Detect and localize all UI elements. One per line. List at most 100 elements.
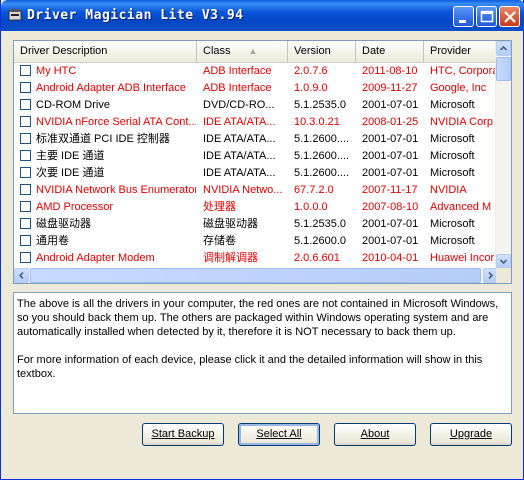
- row-checkbox[interactable]: [20, 133, 31, 144]
- cell-class: NVIDIA Netwo...: [203, 184, 283, 196]
- cell-desc: NVIDIA Network Bus Enumerator: [36, 184, 196, 196]
- column-header-date[interactable]: Date: [356, 41, 424, 62]
- table-row[interactable]: Android Adapter Modem 调制解调器 2.0.6.601 2010-…: [14, 250, 498, 267]
- table-row[interactable]: 通用卷 存储卷 5.1.2600.0 2001-07-01 Microsoft: [14, 233, 498, 250]
- column-label: Version: [294, 45, 331, 57]
- sort-arrow-icon: ▲: [248, 46, 258, 56]
- column-header-class[interactable]: Class ▲: [197, 41, 288, 62]
- row-checkbox[interactable]: [20, 201, 31, 212]
- row-checkbox[interactable]: [20, 167, 31, 178]
- maximize-button[interactable]: [476, 6, 497, 27]
- list-rows: My HTC ADB Interface 2.0.7.6 2011-08-10 HTC,…: [14, 63, 498, 269]
- row-checkbox[interactable]: [20, 99, 31, 110]
- cell-date: 2010-04-01: [362, 252, 419, 264]
- driver-list[interactable]: Driver Description Class ▲ Version Date P…: [13, 40, 512, 284]
- column-label: Driver Description: [20, 45, 108, 57]
- row-checkbox[interactable]: [20, 218, 31, 229]
- arrow-up-icon: [499, 45, 508, 51]
- row-checkbox[interactable]: [20, 235, 31, 246]
- cell-date: 2001-07-01: [362, 167, 419, 179]
- cell-desc: NVIDIA nForce Serial ATA Cont...: [36, 116, 196, 128]
- table-row[interactable]: NVIDIA nForce Serial ATA Cont... IDE ATA/…: [14, 114, 498, 131]
- cell-version: 5.1.2600....: [294, 150, 350, 162]
- cell-desc: 磁盘驱动器: [36, 218, 91, 230]
- about-button[interactable]: About: [334, 423, 416, 446]
- upgrade-button[interactable]: Upgrade: [430, 423, 512, 446]
- cell-class: ADB Interface: [203, 65, 272, 77]
- maximize-icon: [480, 10, 494, 23]
- cell-date: 2001-07-01: [362, 133, 419, 145]
- arrow-down-icon: [499, 259, 508, 265]
- row-checkbox[interactable]: [20, 116, 31, 127]
- table-row[interactable]: NVIDIA Network Bus Enumerator NVIDIA Netw…: [14, 182, 498, 199]
- cell-class: 存储卷: [203, 235, 236, 247]
- cell-class: DVD/CD-RO...: [203, 99, 275, 111]
- cell-date: 2001-07-01: [362, 235, 419, 247]
- cell-version: 5.1.2600....: [294, 133, 350, 145]
- table-row[interactable]: 主要 IDE 通道 IDE ATA/ATA... 5.1.2600.... 2001-…: [14, 148, 498, 165]
- cell-provider: Huawei Incor: [430, 252, 495, 264]
- table-row[interactable]: AMD Processor 处理器 1.0.0.0 2007-08-10 Advance…: [14, 199, 498, 216]
- app-window: Driver Magician Lite V3.94 Driver Descri…: [0, 0, 524, 480]
- column-header-provider[interactable]: Provider: [424, 41, 498, 62]
- arrow-left-icon: [18, 271, 24, 280]
- cell-version: 5.1.2600....: [294, 167, 350, 179]
- table-row[interactable]: 磁盘驱动器 磁盘驱动器 5.1.2535.0 2001-07-01 Microsoft: [14, 216, 498, 233]
- cell-class: IDE ATA/ATA...: [203, 167, 276, 179]
- horizontal-scrollbar[interactable]: [14, 268, 498, 283]
- vertical-scrollbar[interactable]: [495, 41, 511, 269]
- cell-date: 2007-08-10: [362, 201, 419, 213]
- table-row[interactable]: My HTC ADB Interface 2.0.7.6 2011-08-10 HTC,…: [14, 63, 498, 80]
- table-row[interactable]: CD-ROM Drive DVD/CD-RO... 5.1.2535.0 2001-0…: [14, 97, 498, 114]
- window-title: Driver Magician Lite V3.94: [27, 8, 244, 23]
- info-textbox[interactable]: The above is all the drivers in your com…: [13, 292, 512, 414]
- row-checkbox[interactable]: [20, 184, 31, 195]
- cell-desc: My HTC: [36, 65, 77, 77]
- cell-provider: Microsoft: [430, 133, 475, 145]
- cell-class: IDE ATA/ATA...: [203, 116, 276, 128]
- scroll-left-button[interactable]: [14, 268, 29, 283]
- select-all-button[interactable]: Select All: [238, 423, 320, 446]
- close-icon: [504, 11, 516, 23]
- cell-provider: NVIDIA Corp: [430, 116, 493, 128]
- minimize-button[interactable]: [453, 6, 474, 27]
- table-row[interactable]: 次要 IDE 通道 IDE ATA/ATA... 5.1.2600.... 2001-…: [14, 165, 498, 182]
- scroll-down-button[interactable]: [496, 254, 511, 269]
- column-header-description[interactable]: Driver Description: [14, 41, 197, 62]
- scroll-up-button[interactable]: [496, 41, 511, 56]
- cell-class: ADB Interface: [203, 82, 272, 94]
- table-row[interactable]: Android Adapter ADB Interface ADB Interfa…: [14, 80, 498, 97]
- table-row[interactable]: 标准双通道 PCI IDE 控制器 IDE ATA/ATA... 5.1.2600.…: [14, 131, 498, 148]
- row-checkbox[interactable]: [20, 150, 31, 161]
- cell-version: 5.1.2600.0: [294, 235, 346, 247]
- column-label: Provider: [430, 45, 471, 57]
- cell-date: 2001-07-01: [362, 150, 419, 162]
- vertical-scroll-thumb[interactable]: [496, 57, 511, 81]
- scroll-corner: [496, 268, 511, 283]
- cell-date: 2001-07-01: [362, 99, 419, 111]
- cell-version: 67.7.2.0: [294, 184, 334, 196]
- close-button[interactable]: [499, 6, 520, 27]
- cell-desc: 次要 IDE 通道: [36, 167, 105, 179]
- app-icon: [8, 9, 22, 21]
- row-checkbox[interactable]: [20, 82, 31, 93]
- start-backup-button[interactable]: Start Backup: [142, 423, 224, 446]
- cell-provider: Microsoft: [430, 167, 475, 179]
- cell-version: 2.0.7.6: [294, 65, 328, 77]
- cell-date: 2007-11-17: [362, 184, 418, 196]
- column-label: Date: [362, 45, 386, 57]
- cell-date: 2011-08-10: [362, 65, 418, 77]
- row-checkbox[interactable]: [20, 252, 31, 263]
- cell-version: 1.0.0.0: [294, 201, 328, 213]
- cell-desc: 标准双通道 PCI IDE 控制器: [36, 133, 170, 145]
- horizontal-scroll-thumb[interactable]: [30, 268, 481, 283]
- cell-class: 处理器: [203, 201, 236, 213]
- column-header-version[interactable]: Version: [288, 41, 356, 62]
- cell-desc: AMD Processor: [36, 201, 114, 213]
- cell-desc: 通用卷: [36, 235, 69, 247]
- cell-version: 5.1.2535.0: [294, 99, 346, 111]
- title-bar[interactable]: Driver Magician Lite V3.94: [1, 0, 524, 31]
- row-checkbox[interactable]: [20, 65, 31, 76]
- cell-provider: Microsoft: [430, 150, 475, 162]
- cell-desc: 主要 IDE 通道: [36, 150, 105, 162]
